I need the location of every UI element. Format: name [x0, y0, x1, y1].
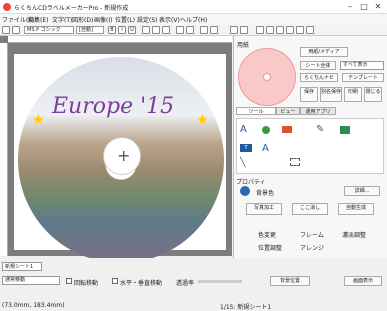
menu-image[interactable]: 画像(I) [94, 15, 112, 24]
sheet-all-button[interactable]: シート全体 [300, 61, 336, 70]
view-icon[interactable] [286, 26, 294, 34]
text-tool-icon[interactable]: A [240, 124, 247, 135]
menu-position[interactable]: 位置(L) [115, 15, 135, 24]
menu-edit[interactable]: 編集(E) [28, 15, 48, 24]
tool-grid [236, 118, 384, 174]
toolbar: MS P ゴシック [自動] B I U [0, 24, 387, 36]
menu-help[interactable]: ヘルプ(H) [180, 15, 207, 24]
title-bar: らくちんCDラベルメーカーPro - 新規作成 – □ ✕ [0, 0, 387, 14]
hv-label: 水平・垂直移動 [120, 280, 163, 287]
minimize-button[interactable]: – [343, 2, 357, 12]
star-right-icon: ★ [196, 112, 209, 128]
raku-navi-button[interactable]: らくちんナビ [300, 73, 338, 82]
menu-view[interactable]: 表示(V) [159, 15, 180, 24]
align-center-icon[interactable] [152, 26, 160, 34]
layout-icon[interactable] [266, 26, 274, 34]
close-panel-button[interactable]: 閉じる [364, 87, 382, 102]
mode-select[interactable]: 通常移動 [2, 276, 60, 285]
center-crosshair-icon: + [117, 146, 131, 165]
pen-tool-icon[interactable]: ✎ [316, 124, 324, 135]
rotate-label: 回転移動 [74, 280, 99, 287]
menu-text[interactable]: 文字(T) [52, 15, 72, 24]
photo-edit-button[interactable]: 写真加工 [246, 203, 282, 215]
size-select[interactable]: [自動] [76, 26, 104, 34]
auto-generate-button[interactable]: 自動生成 [338, 203, 374, 215]
close-button[interactable]: ✕ [371, 2, 385, 12]
redo-icon[interactable] [306, 26, 314, 34]
tab-apps[interactable]: 運用アプリ [300, 107, 336, 115]
star-left-icon: ★ [32, 112, 45, 128]
image-tool-icon[interactable] [282, 126, 292, 133]
save-icon[interactable] [230, 26, 238, 34]
overlay-title[interactable]: Europe '15 [52, 94, 174, 119]
sheet-icon[interactable] [256, 26, 264, 34]
hv-checkbox[interactable] [112, 278, 118, 284]
horizontal-ruler [8, 36, 232, 43]
open-icon[interactable] [12, 26, 20, 34]
shade-adjust-label[interactable]: 濃淡調整 [342, 230, 366, 239]
rotate-checkbox[interactable] [66, 278, 72, 284]
arrange-label[interactable]: アレンジ [300, 243, 324, 252]
maximize-button[interactable]: □ [357, 2, 371, 12]
save-as-button[interactable]: 別名保存 [320, 87, 342, 102]
position-adjust-label[interactable]: 位置調整 [258, 243, 282, 252]
arc-text-icon[interactable]: A [262, 143, 269, 154]
font-select[interactable]: MS P ゴシック [24, 26, 74, 34]
sheet-count: 1/15: 新規シート1 [220, 304, 272, 311]
tab-tools[interactable]: ツール [236, 107, 276, 115]
opacity-slider[interactable] [198, 280, 242, 283]
save-button[interactable]: 保存 [300, 87, 318, 102]
menu-shape[interactable]: 図形(D) [72, 15, 93, 24]
property-value: 背景色 [256, 190, 275, 197]
bold-icon[interactable]: B [108, 26, 116, 34]
line-color-icon[interactable] [186, 26, 194, 34]
qr-tool-icon[interactable] [340, 126, 350, 134]
align-right-icon[interactable] [162, 26, 170, 34]
paper-media-button[interactable]: 用紙/メディア [300, 47, 348, 57]
sheet-tab[interactable]: 新規シート1 [2, 262, 42, 271]
display-select[interactable]: すべて表示 [340, 61, 384, 70]
select-tool-icon[interactable] [290, 158, 300, 166]
view-button[interactable]: 画面表示 [344, 276, 382, 286]
print-icon[interactable] [240, 26, 248, 34]
template-button[interactable]: テンプレート [342, 73, 384, 82]
front-icon[interactable] [200, 26, 208, 34]
italic-icon[interactable]: I [118, 26, 126, 34]
fill-color-icon[interactable] [176, 26, 184, 34]
window-title: らくちんCDラベルメーカーPro - 新規作成 [14, 5, 129, 12]
shape-tool-icon[interactable] [262, 126, 270, 134]
menu-settings[interactable]: 設定(S) [137, 15, 158, 24]
coords-readout: (73.0mm, 183.4mm) [2, 302, 65, 309]
bg-color-icon [240, 186, 250, 196]
menu-bar: ファイル(F) 編集(E) 文字(T) 図形(D) 画像(I) 位置(L) 設定… [0, 14, 387, 24]
tab-view[interactable]: ビュー [276, 107, 300, 115]
app-icon [3, 3, 11, 11]
property-label: プロパティ [236, 179, 266, 186]
frame-label[interactable]: フレーム [300, 230, 324, 239]
undo-icon[interactable] [296, 26, 304, 34]
opacity-label: 透過率 [176, 280, 195, 287]
frame-text-icon[interactable]: T [240, 144, 252, 152]
underline-icon[interactable]: U [128, 26, 136, 34]
back-icon[interactable] [210, 26, 218, 34]
zoom-icon[interactable] [276, 26, 284, 34]
detail-button[interactable]: 詳細... [344, 186, 380, 196]
new-icon[interactable] [2, 26, 10, 34]
panel-section-label: 用紙 [237, 42, 250, 49]
print-button[interactable]: 印刷 [344, 87, 362, 102]
preview-hole [263, 73, 271, 81]
erase-button[interactable]: ここ消し [292, 203, 328, 215]
bg-position-button[interactable]: 背景位置 [270, 276, 310, 286]
color-change-label[interactable]: 色変更 [258, 230, 276, 239]
line-tool-icon[interactable]: ╲ [240, 158, 245, 168]
align-left-icon[interactable] [142, 26, 150, 34]
vertical-ruler [0, 43, 8, 256]
